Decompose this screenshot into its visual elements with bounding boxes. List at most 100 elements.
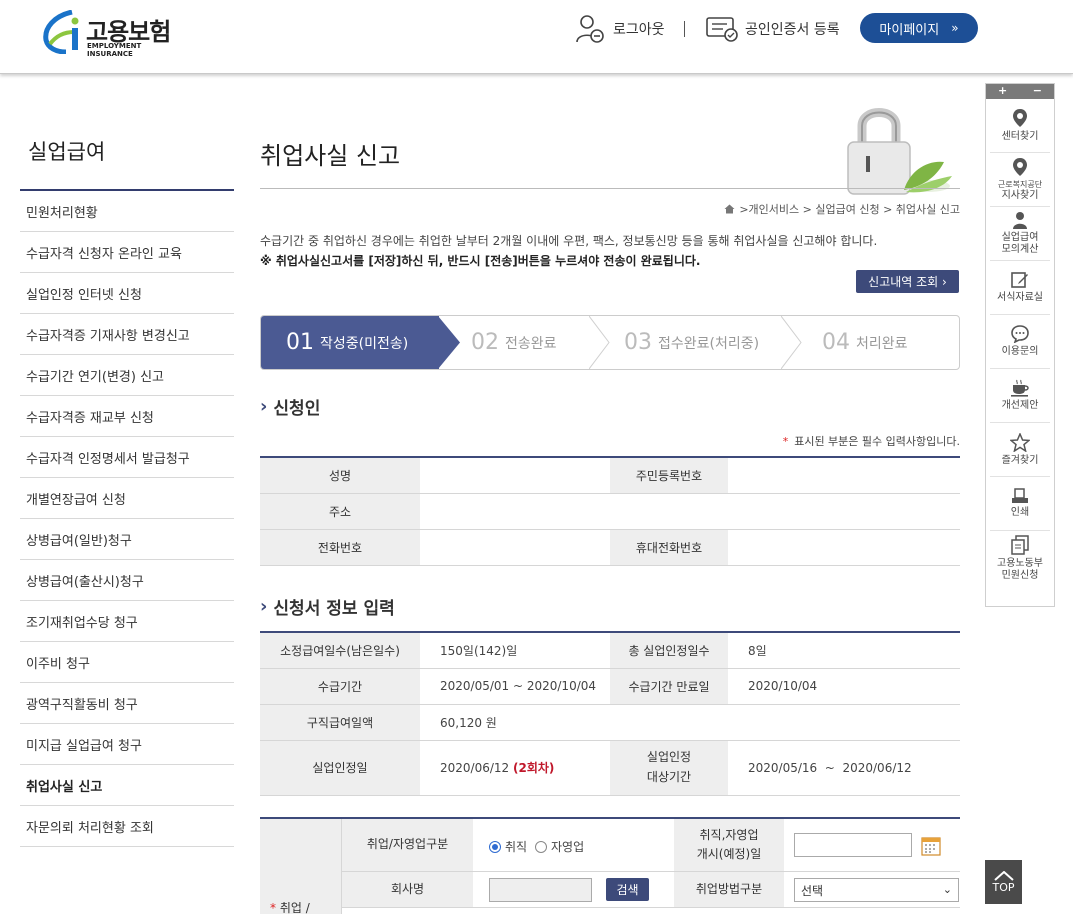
section-title-text: 신청인 bbox=[273, 399, 321, 419]
logo[interactable]: 고용보험 EMPLOYMENT INSURANCE bbox=[42, 10, 182, 58]
step-label: 작성중(미전송) bbox=[320, 335, 409, 352]
history-lookup-button[interactable]: 신고내역 조회 › bbox=[856, 270, 959, 293]
lnb-item[interactable]: 수급자격 신청자 온라인 교육 bbox=[20, 232, 234, 273]
lnb-item[interactable]: 실업인정 인터넷 신청 bbox=[20, 273, 234, 314]
applicant-table: 성명 주민등록번호 주소 전화번호 휴대전화번호 bbox=[260, 456, 960, 566]
quick-item-label: 모의계산 bbox=[1001, 244, 1039, 255]
name-label: 성명 bbox=[260, 457, 420, 494]
scroll-top-button[interactable]: TOP bbox=[985, 860, 1022, 904]
company-input[interactable] bbox=[489, 878, 592, 902]
lnb-item[interactable]: 조기재취업수당 청구 bbox=[20, 601, 234, 642]
step-label: 전송완료 bbox=[505, 335, 557, 352]
type-label: 취업/자영업구분 bbox=[342, 819, 473, 871]
quick-item-suggest[interactable]: 개선제안 bbox=[990, 369, 1050, 423]
cert-period-value: 2020/05/16 ~ 2020/06/12 bbox=[728, 740, 960, 796]
location-pin-icon bbox=[1013, 109, 1027, 127]
entry-row-company: 회사명 검색 취업방법구분 선택 ⌄ bbox=[342, 872, 960, 908]
cert-round: (2회차) bbox=[513, 761, 555, 775]
quick-item-inquiry[interactable]: 이용문의 bbox=[990, 315, 1050, 369]
quick-item-label: 즐겨찾기 bbox=[1001, 454, 1039, 466]
logout-person-icon bbox=[576, 15, 604, 43]
entry-left-label: * 취업 / bbox=[270, 899, 310, 914]
quick-item-branch[interactable]: 근로복지공단 지사찾기 bbox=[990, 153, 1050, 207]
lnb-item[interactable]: 수급기간 연기(변경) 신고 bbox=[20, 355, 234, 396]
required-note: * 표시된 부분은 필수 입력사항입니다. bbox=[660, 433, 960, 449]
cert-period-label-line1: 실업인정 bbox=[646, 750, 692, 765]
entry-form: * 취업 / 취업/자영업구분 취직 자영업 취직,자영업 개시(예정)일 회사명… bbox=[260, 817, 960, 914]
mypage-button[interactable]: 마이페이지 » bbox=[860, 13, 978, 43]
start-date-label: 취직,자영업 개시(예정)일 bbox=[674, 819, 784, 871]
step-3: 03 접수완료(처리중) bbox=[624, 316, 759, 369]
step-divider-icon bbox=[781, 316, 802, 369]
cert-register-label: 공인인증서 등록 bbox=[745, 22, 840, 38]
daily-amount-label: 구직급여일액 bbox=[260, 704, 420, 741]
total-days-value: 8일 bbox=[728, 632, 960, 669]
lnb-item[interactable]: 수급자격증 재교부 신청 bbox=[20, 396, 234, 437]
zoom-in-button[interactable]: + bbox=[998, 84, 1007, 99]
entry-left-text: 취업 / bbox=[279, 901, 310, 914]
table-row: 수급기간 2020/05/01 ~ 2020/10/04 수급기간 만료일 20… bbox=[260, 668, 960, 705]
method-select[interactable]: 선택 ⌄ bbox=[794, 878, 959, 902]
lnb-item[interactable]: 수급자격 인정명세서 발급청구 bbox=[20, 437, 234, 478]
step-4: 04 처리완료 bbox=[822, 316, 908, 369]
quick-item-label: 민원신청 bbox=[1001, 569, 1039, 581]
quick-item-center[interactable]: 센터찾기 bbox=[990, 99, 1050, 153]
start-date-input[interactable] bbox=[794, 833, 912, 857]
quick-item-calc[interactable]: 실업급여 모의계산 bbox=[990, 207, 1050, 261]
zoom-out-button[interactable]: − bbox=[1033, 84, 1042, 99]
entry-row-type: 취업/자영업구분 취직 자영업 취직,자영업 개시(예정)일 bbox=[342, 819, 960, 872]
lnb-item[interactable]: 민원처리현황 bbox=[20, 191, 234, 232]
lnb-item[interactable]: 상병급여(출산시)청구 bbox=[20, 560, 234, 601]
lnb-item[interactable]: 상병급여(일반)청구 bbox=[20, 519, 234, 560]
quick-item-label: 개선제안 bbox=[1001, 400, 1039, 411]
quick-item-forms[interactable]: 서식자료실 bbox=[990, 261, 1050, 315]
daily-amount-value: 60,120 원 bbox=[420, 704, 960, 741]
radio-employ[interactable]: 취직 bbox=[489, 838, 527, 855]
section-title-applicant: › 신청인 bbox=[260, 394, 320, 419]
start-date-label-line2: 개시(예정)일 bbox=[696, 847, 762, 861]
quick-item-label: 실업급여 bbox=[1001, 232, 1039, 243]
quick-item-petition[interactable]: 고용노동부 민원신청 bbox=[990, 531, 1050, 585]
cert-register-link[interactable]: 공인인증서 등록 bbox=[705, 14, 840, 44]
left-nav: 민원처리현황 수급자격 신청자 온라인 교육 실업인정 인터넷 신청 수급자격증… bbox=[20, 189, 234, 847]
lnb-item[interactable]: 미지급 실업급여 청구 bbox=[20, 724, 234, 765]
quick-item-label: 근로복지공단 bbox=[997, 180, 1043, 190]
breadcrumb-text: >개인서비스 > 실업급여 신청 > 취업사실 신고 bbox=[739, 203, 960, 216]
quick-item-print[interactable]: 인쇄 bbox=[990, 477, 1050, 531]
step-label: 처리완료 bbox=[856, 335, 908, 352]
star-icon bbox=[1010, 432, 1030, 452]
table-row: 전화번호 휴대전화번호 bbox=[260, 529, 960, 566]
lnb-item[interactable]: 광역구직활동비 청구 bbox=[20, 683, 234, 724]
quick-item-label: 센터찾기 bbox=[1001, 131, 1039, 142]
required-star-icon: * bbox=[270, 901, 276, 914]
lnb-item-active[interactable]: 취업사실 신고 bbox=[20, 765, 234, 806]
radio-self-employed[interactable]: 자영업 bbox=[535, 838, 584, 855]
edit-icon bbox=[1011, 272, 1028, 288]
header: 고용보험 EMPLOYMENT INSURANCE 로그아웃 공인인증서 등록 … bbox=[0, 0, 1073, 74]
period-end-label: 수급기간 만료일 bbox=[610, 668, 728, 705]
phone-value bbox=[420, 529, 610, 566]
cert-period-label: 실업인정 대상기간 bbox=[610, 740, 728, 796]
step-divider-icon bbox=[589, 316, 610, 369]
chevron-right-icon: › bbox=[260, 396, 268, 417]
address-label: 주소 bbox=[260, 493, 420, 530]
lnb-item[interactable]: 자문의뢰 처리현황 조회 bbox=[20, 806, 234, 847]
table-row: 주소 bbox=[260, 493, 960, 530]
required-note-text: 표시된 부분은 필수 입력사항입니다. bbox=[794, 435, 960, 448]
logout-link[interactable]: 로그아웃 bbox=[575, 14, 665, 44]
cert-date-cell: 2020/06/12 (2회차) bbox=[420, 740, 610, 796]
logout-label: 로그아웃 bbox=[613, 22, 665, 38]
lnb-item[interactable]: 이주비 청구 bbox=[20, 642, 234, 683]
total-days-label: 총 실업인정일수 bbox=[610, 632, 728, 669]
notice-warning: ※ 취업사실신고서를 [저장]하신 뒤, 반드시 [전송]버튼을 누르셔야 전송… bbox=[260, 254, 701, 268]
notice-text: 수급기간 중 취업하신 경우에는 취업한 날부터 2개월 이내에 우편, 팩스,… bbox=[260, 234, 878, 248]
calendar-icon[interactable] bbox=[921, 836, 941, 856]
quick-item-label: 인쇄 bbox=[1010, 507, 1030, 518]
step-arrow-icon bbox=[438, 316, 460, 369]
lnb-item[interactable]: 수급자격증 기재사항 변경신고 bbox=[20, 314, 234, 355]
phone-label: 전화번호 bbox=[260, 529, 420, 566]
lnb-item[interactable]: 개별연장급여 신청 bbox=[20, 478, 234, 519]
company-search-button[interactable]: 검색 bbox=[606, 878, 649, 901]
quick-item-favorites[interactable]: 즐겨찾기 bbox=[990, 423, 1050, 477]
cert-date-label: 실업인정일 bbox=[260, 740, 420, 796]
